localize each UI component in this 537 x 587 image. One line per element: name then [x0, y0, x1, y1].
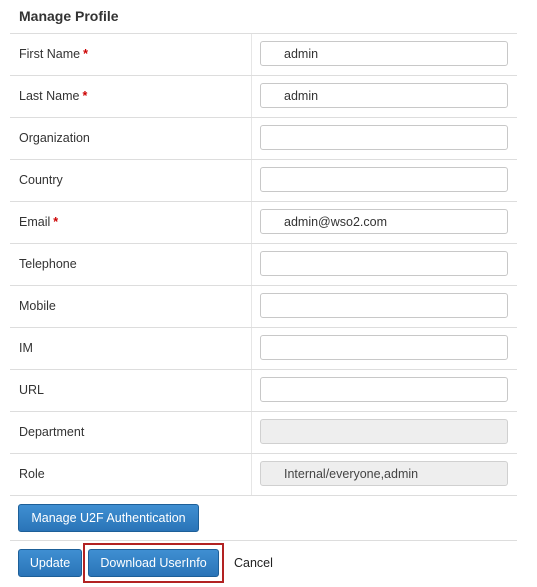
column-divider	[251, 118, 252, 159]
update-button[interactable]: Update	[18, 549, 82, 577]
actions-divider	[10, 540, 517, 541]
telephone-label: Telephone	[19, 257, 77, 271]
mobile-label: Mobile	[19, 299, 56, 313]
manage-u2f-authentication-button[interactable]: Manage U2F Authentication	[18, 504, 199, 532]
column-divider	[251, 454, 252, 495]
column-divider	[251, 160, 252, 201]
profile-form: First Name* Last Name* Organization Coun…	[10, 34, 517, 496]
required-marker: *	[82, 89, 88, 103]
form-row-mobile: Mobile	[10, 286, 517, 328]
download-userinfo-button[interactable]: Download UserInfo	[88, 549, 219, 577]
country-label: Country	[19, 173, 63, 187]
first-name-input[interactable]	[260, 41, 508, 66]
form-row-first-name: First Name *	[10, 34, 517, 76]
country-input[interactable]	[260, 167, 508, 192]
last-name-label: Last Name *	[19, 89, 88, 103]
column-divider	[251, 412, 252, 453]
column-divider	[251, 202, 252, 243]
form-row-department: Department	[10, 412, 517, 454]
form-row-email: Email *	[10, 202, 517, 244]
required-marker: *	[83, 47, 88, 61]
organization-label: Organization	[19, 131, 90, 145]
manage-profile-panel: Manage Profile First Name* Last Name* Or…	[0, 0, 537, 587]
department-input	[260, 419, 508, 444]
form-row-im: IM	[10, 328, 517, 370]
cancel-link[interactable]: Cancel	[234, 556, 273, 570]
form-row-country: Country	[10, 160, 517, 202]
column-divider	[251, 286, 252, 327]
column-divider	[251, 370, 252, 411]
email-input[interactable]	[260, 209, 508, 234]
form-row-role: Role	[10, 454, 517, 496]
column-divider	[251, 244, 252, 285]
email-label: Email *	[19, 215, 59, 229]
role-input	[260, 461, 508, 486]
column-divider	[251, 34, 252, 75]
telephone-input[interactable]	[260, 251, 508, 276]
form-row-last-name: Last Name *	[10, 76, 517, 118]
url-input[interactable]	[260, 377, 508, 402]
role-label: Role	[19, 467, 45, 481]
form-row-organization: Organization	[10, 118, 517, 160]
im-label: IM	[19, 341, 33, 355]
mobile-input[interactable]	[260, 293, 508, 318]
last-name-input[interactable]	[260, 83, 508, 108]
form-row-url: URL	[10, 370, 517, 412]
column-divider	[251, 328, 252, 369]
page-title: Manage Profile	[19, 8, 119, 24]
department-label: Department	[19, 425, 85, 439]
first-name-label: First Name *	[19, 47, 88, 61]
form-row-telephone: Telephone	[10, 244, 517, 286]
im-input[interactable]	[260, 335, 508, 360]
required-marker: *	[53, 215, 59, 229]
url-label: URL	[19, 383, 45, 397]
column-divider	[251, 76, 252, 117]
organization-input[interactable]	[260, 125, 508, 150]
